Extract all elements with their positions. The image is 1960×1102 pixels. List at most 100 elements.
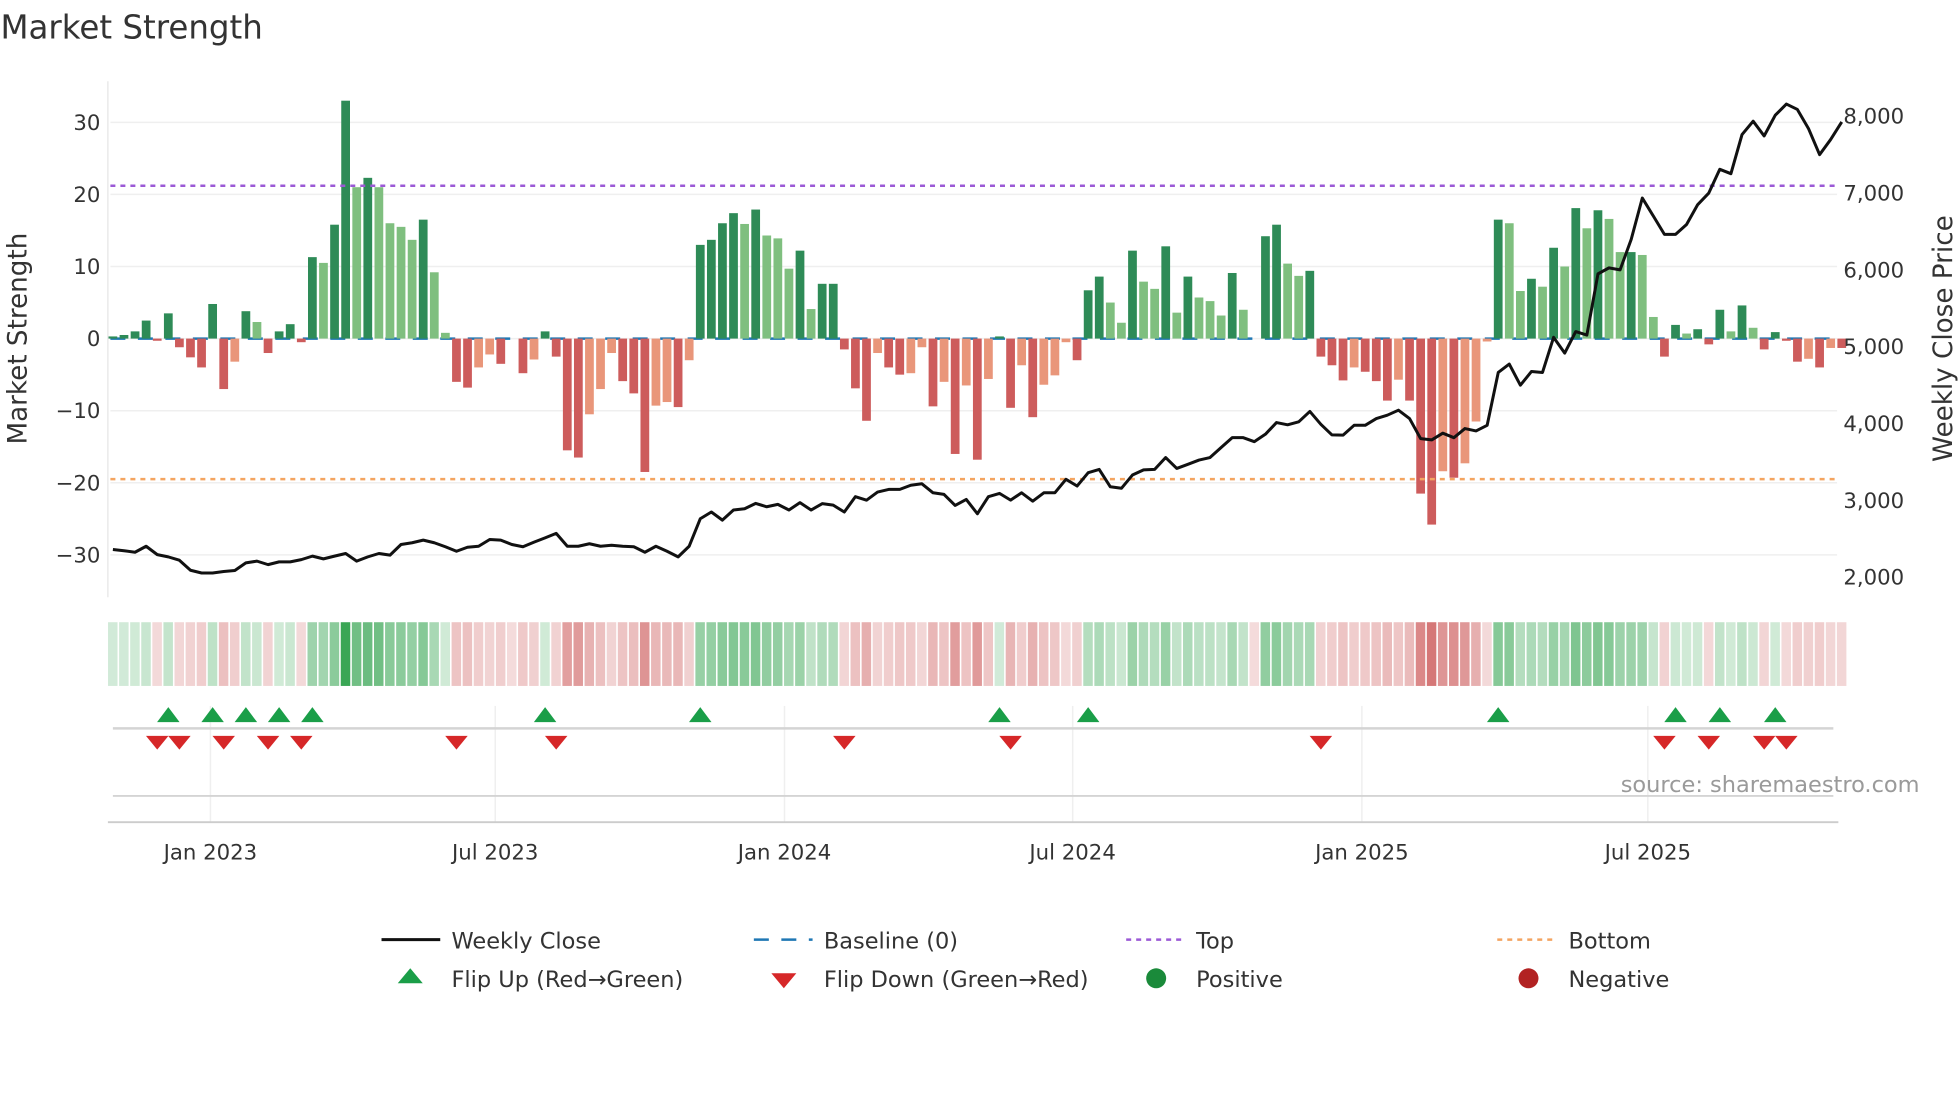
- legend-item-weekly-close[interactable]: Weekly Close: [381, 928, 601, 954]
- negative-bar: [873, 338, 882, 354]
- strip-cell: [218, 622, 229, 686]
- legend-item-flip-down[interactable]: Flip Down (Green→Red): [771, 967, 1089, 993]
- legend-label: Negative: [1568, 967, 1669, 993]
- legend-item-bottom[interactable]: Bottom: [1497, 928, 1651, 954]
- flip-down-marker: [290, 735, 313, 750]
- positive-bar: [1105, 302, 1115, 339]
- strip-cell: [274, 622, 284, 686]
- strip-cell: [728, 622, 739, 686]
- strip-cell: [1105, 622, 1115, 686]
- flip-up-marker: [301, 707, 324, 723]
- strip-cell: [1593, 622, 1603, 686]
- strip-cell: [684, 622, 694, 686]
- positive-bar: [407, 239, 417, 339]
- negative-bar: [551, 338, 561, 357]
- positive-bar: [1272, 224, 1281, 339]
- negative-bar: [573, 338, 583, 458]
- y-tick-label: 20: [73, 183, 100, 208]
- legend-item-baseline[interactable]: Baseline (0): [753, 928, 958, 954]
- legend-item-positive[interactable]: Positive: [1146, 967, 1283, 993]
- positive-bar: [1261, 236, 1270, 339]
- positive-bar: [352, 187, 362, 339]
- strip-cell: [285, 622, 295, 686]
- strip-cell: [495, 622, 506, 686]
- negative-bar: [496, 338, 506, 364]
- strip-cell: [551, 622, 561, 686]
- y-tick-label: 10: [73, 255, 100, 280]
- x-tick-label: Jul 2023: [450, 841, 538, 866]
- strip-cell: [1393, 622, 1404, 686]
- strip-cell: [1770, 622, 1780, 686]
- x-tick-label: Jul 2025: [1603, 841, 1691, 866]
- strip-cell: [152, 622, 162, 686]
- triangle-up-icon: [397, 968, 423, 984]
- strip-cell: [695, 622, 705, 686]
- strip-cell: [407, 622, 417, 686]
- strip-cell: [584, 622, 595, 686]
- strip-cell: [1304, 622, 1315, 686]
- positive-bar: [1305, 270, 1315, 339]
- negative-bar: [463, 338, 472, 388]
- strip-cell: [1083, 622, 1093, 686]
- negative-bar: [1826, 338, 1836, 348]
- positive-bar: [374, 187, 384, 339]
- positive-bar: [1549, 247, 1558, 339]
- positive-bar: [1161, 246, 1171, 339]
- strip-cell: [1803, 622, 1814, 686]
- strip-cell: [1471, 622, 1481, 686]
- strip-cell: [673, 622, 683, 686]
- legend-item-top[interactable]: Top: [1126, 928, 1234, 954]
- strip-cell: [1349, 622, 1359, 686]
- strip-cell: [529, 622, 539, 686]
- strip-cell: [1249, 622, 1260, 686]
- strip-cell: [839, 622, 849, 686]
- strip-cell: [606, 622, 617, 686]
- negative-bar: [1704, 338, 1714, 345]
- y2-tick-label: 6,000: [1843, 258, 1904, 283]
- strip-cell: [1526, 622, 1537, 686]
- strip-cell: [1127, 622, 1138, 686]
- positive-bar: [751, 209, 761, 339]
- negative-bar: [474, 338, 483, 368]
- y2-tick-label: 3,000: [1843, 489, 1904, 514]
- legend-item-negative[interactable]: Negative: [1518, 967, 1670, 993]
- strip-cell: [1327, 622, 1337, 686]
- negative-bar: [1660, 338, 1669, 357]
- strip-cell: [795, 622, 805, 686]
- negative-bar: [961, 338, 971, 386]
- strip-cell: [1493, 622, 1503, 686]
- legend-item-flip-up[interactable]: Flip Up (Red→Green): [397, 967, 683, 993]
- strip-cell: [473, 622, 484, 686]
- negative-bar: [895, 338, 905, 375]
- strip-cell: [1238, 622, 1248, 686]
- positive-bar: [1648, 316, 1658, 339]
- strip-cell: [972, 622, 982, 686]
- flip-up-marker: [1076, 707, 1100, 723]
- negative-bar: [972, 338, 982, 460]
- negative-bar: [1804, 338, 1813, 359]
- positive-bar: [440, 332, 450, 339]
- strip-cell: [1260, 622, 1271, 686]
- flip-up-marker: [267, 707, 291, 723]
- negative-bar: [1759, 338, 1769, 350]
- flip-up-marker: [234, 707, 258, 723]
- strip-cell: [1737, 622, 1747, 686]
- positive-bar: [1637, 254, 1647, 339]
- negative-bar: [1460, 338, 1470, 464]
- strip-cell: [484, 622, 495, 686]
- y2-tick-label: 7,000: [1843, 182, 1904, 207]
- positive-bar: [274, 331, 284, 339]
- strip-cell: [207, 622, 218, 686]
- flip-down-marker: [833, 735, 856, 750]
- positive-bar: [1150, 288, 1160, 339]
- positive-bar: [740, 223, 749, 339]
- strip-cell: [451, 622, 462, 686]
- positive-bar: [1560, 266, 1570, 339]
- negative-bar: [950, 338, 960, 454]
- positive-bar: [330, 224, 339, 339]
- negative-bar: [1383, 338, 1392, 401]
- flip-down-marker: [999, 735, 1022, 750]
- strip-cell: [1448, 622, 1459, 686]
- y2-tick-label: 2,000: [1843, 566, 1904, 591]
- strip-cell: [872, 622, 883, 686]
